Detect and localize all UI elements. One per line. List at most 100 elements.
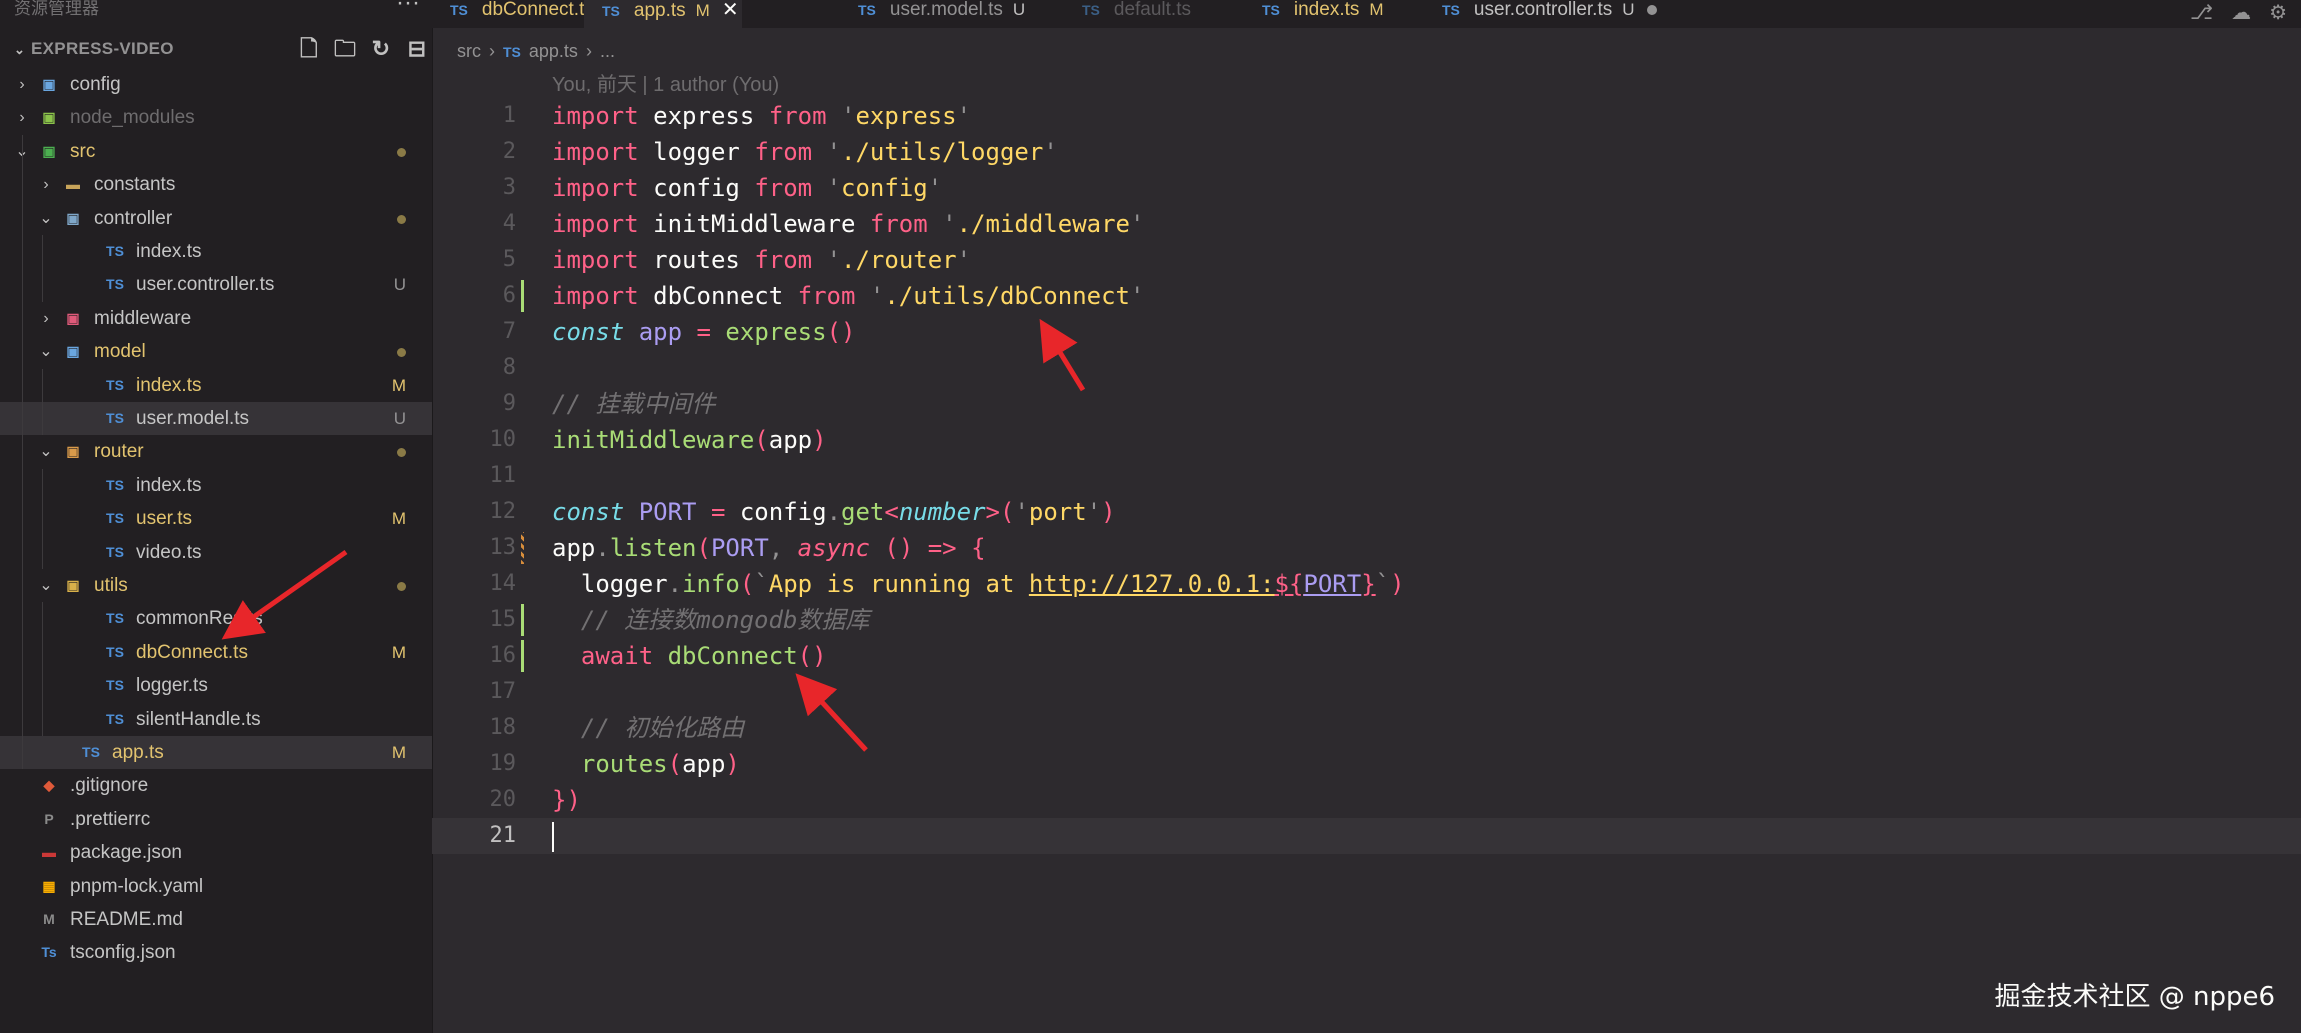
code-line[interactable]: 20}) <box>432 782 2301 818</box>
tree-item[interactable]: TS index.ts <box>0 235 432 268</box>
code-line[interactable]: 17 <box>432 674 2301 710</box>
tree-item-label: utils <box>94 575 128 596</box>
markdown-icon: M <box>43 911 55 927</box>
code-line[interactable]: 14 logger.info(`App is running at http:/… <box>432 566 2301 602</box>
code-line[interactable]: 16 await dbConnect() <box>432 638 2301 674</box>
code-line[interactable]: 4 import initMiddleware from './middlewar… <box>432 206 2301 242</box>
code-line[interactable]: 2 import logger from './utils/logger' <box>432 134 2301 170</box>
chevron-right-icon[interactable]: › <box>14 101 30 134</box>
git-blame-codelens[interactable]: You, 前天 | 1 author (You) <box>552 68 779 97</box>
code-line[interactable]: 7 const app = express() <box>432 314 2301 350</box>
code-line[interactable]: 15 // 连接数mongodb数据库 <box>432 602 2301 638</box>
tab-index[interactable]: TS index.ts M <box>1262 0 1384 28</box>
chevron-down-icon[interactable]: ⌄ <box>38 569 54 602</box>
chevron-right-icon[interactable]: › <box>14 68 30 101</box>
close-icon[interactable]: ✕ <box>722 0 739 21</box>
code-line[interactable]: 13 app.listen(PORT, async () => { <box>432 530 2301 566</box>
config-folder-icon: ▣ <box>42 76 56 92</box>
code-editor[interactable]: You, 前天 | 1 author (You) 1 import express… <box>432 64 2301 1033</box>
more-actions-icon[interactable]: ··· <box>396 0 420 15</box>
chevron-right-icon[interactable]: › <box>38 168 54 201</box>
new-file-icon[interactable]: 🗋 <box>298 34 320 64</box>
tree-item[interactable]: › ▣ config <box>0 68 432 101</box>
explorer-title: 资源管理器 <box>14 0 99 18</box>
code-line[interactable]: 10 initMiddleware(app) <box>432 422 2301 458</box>
code-text: // 挂载中间件 <box>552 390 716 418</box>
tree-item-label: src <box>70 140 96 162</box>
new-folder-icon[interactable]: 🗀 <box>334 34 356 64</box>
code-line[interactable]: 18 // 初始化路由 <box>432 710 2301 746</box>
code-line[interactable]: 12 const PORT = config.get<number>('port'… <box>432 494 2301 530</box>
code-line[interactable]: 8 <box>432 350 2301 386</box>
middleware-folder-icon: ▣ <box>66 309 80 326</box>
typescript-icon: TS <box>106 276 124 293</box>
typescript-icon: TS <box>106 610 124 627</box>
code-line[interactable]: 1 import express from 'express' <box>432 98 2301 134</box>
tree-item[interactable]: TS user.model.ts U <box>0 402 432 435</box>
tree-item-label: index.ts <box>136 241 202 262</box>
unsaved-dot-icon[interactable] <box>1646 4 1657 15</box>
tree-item[interactable]: › ▣ middleware <box>0 302 432 335</box>
breadcrumb-file[interactable]: app.ts <box>529 41 578 61</box>
tree-item[interactable]: TS logger.ts <box>0 669 432 702</box>
tree-item[interactable]: ⌄ ▣ router <box>0 435 432 468</box>
git-modified-marker[interactable] <box>521 532 524 564</box>
tree-item[interactable]: TS index.ts <box>0 469 432 502</box>
tree-item[interactable]: Ts tsconfig.json <box>0 936 432 969</box>
tree-item[interactable]: ⌄▣src <box>0 135 432 168</box>
settings-icon[interactable]: ⚙ <box>2269 0 2287 25</box>
chevron-down-icon[interactable]: ⌄ <box>38 202 54 235</box>
tree-item[interactable]: TS app.ts M <box>0 736 432 769</box>
tree-item-label: silentHandle.ts <box>136 708 261 730</box>
chevron-down-icon[interactable]: ⌄ <box>38 335 54 368</box>
tab-user-model[interactable]: TS user.model.ts U <box>858 0 1025 28</box>
tree-item[interactable]: M README.md <box>0 903 432 936</box>
typescript-icon: TS <box>106 677 124 694</box>
typescript-icon: TS <box>106 543 124 560</box>
code-line[interactable]: 11 <box>432 458 2301 494</box>
code-line[interactable]: 5 import routes from './router' <box>432 242 2301 278</box>
tree-item[interactable]: ▬ package.json <box>0 836 432 869</box>
line-number: 5 <box>502 247 516 272</box>
tree-item[interactable]: TS commonRes.ts <box>0 602 432 635</box>
tree-item[interactable]: › ▬ constants <box>0 168 432 201</box>
tab-app[interactable]: TS app.ts M ✕ <box>584 0 742 28</box>
tree-item[interactable]: TS video.ts <box>0 536 432 569</box>
tree-item[interactable]: TS user.controller.ts U <box>0 268 432 301</box>
refresh-icon[interactable]: ↻ <box>370 34 392 64</box>
tree-item[interactable]: ⌄ ▣ utils <box>0 569 432 602</box>
git-added-marker[interactable] <box>521 604 524 636</box>
code-line[interactable]: 6 import dbConnect from './utils/dbConnec… <box>432 278 2301 314</box>
tree-item[interactable]: TS dbConnect.ts M <box>0 636 432 669</box>
breadcrumb-symbol[interactable]: ... <box>600 41 615 61</box>
open-preview-icon[interactable]: ☁ <box>2231 0 2251 25</box>
tree-item[interactable]: TS user.ts M <box>0 502 432 535</box>
workspace-section-header[interactable]: ⌄ EXPRESS-VIDEO 🗋 🗀 ↻ ⊟ <box>0 34 432 64</box>
tab-user-controller[interactable]: TS user.controller.ts U <box>1442 0 1657 28</box>
collapse-icon[interactable]: ⊟ <box>406 34 428 64</box>
compare-changes-icon[interactable]: ⎇ <box>2190 0 2213 25</box>
tree-item-label: user.model.ts <box>136 408 249 429</box>
git-added-marker[interactable] <box>521 640 524 672</box>
code-line[interactable]: 9 // 挂载中间件 <box>432 386 2301 422</box>
tree-item[interactable]: TS index.ts M <box>0 369 432 402</box>
breadcrumb-folder[interactable]: src <box>457 41 481 61</box>
router-folder-icon: ▣ <box>66 443 80 460</box>
code-text: const PORT = config.get<number>('port') <box>552 498 1116 526</box>
code-line[interactable]: 3 import config from 'config' <box>432 170 2301 206</box>
code-line[interactable]: 21 <box>432 818 2301 854</box>
tab-default[interactable]: TS default.ts <box>1082 0 1191 28</box>
tree-item[interactable]: P .prettierrc <box>0 803 432 836</box>
chevron-down-icon[interactable]: ⌄ <box>38 435 54 468</box>
code-line[interactable]: 19 routes(app) <box>432 746 2301 782</box>
tree-item[interactable]: ▦ pnpm-lock.yaml <box>0 870 432 903</box>
code-text: const app = express() <box>552 318 856 346</box>
tree-item[interactable]: › ▣ node_modules <box>0 101 432 134</box>
git-added-marker[interactable] <box>521 280 524 312</box>
tree-item[interactable]: ◆ .gitignore <box>0 769 432 802</box>
tree-item[interactable]: ⌄ ▣ controller <box>0 202 432 235</box>
tree-item[interactable]: ⌄ ▣ model <box>0 335 432 368</box>
code-text: import routes from './router' <box>552 246 972 274</box>
tree-item[interactable]: TS silentHandle.ts <box>0 703 432 736</box>
chevron-right-icon[interactable]: › <box>38 302 54 335</box>
